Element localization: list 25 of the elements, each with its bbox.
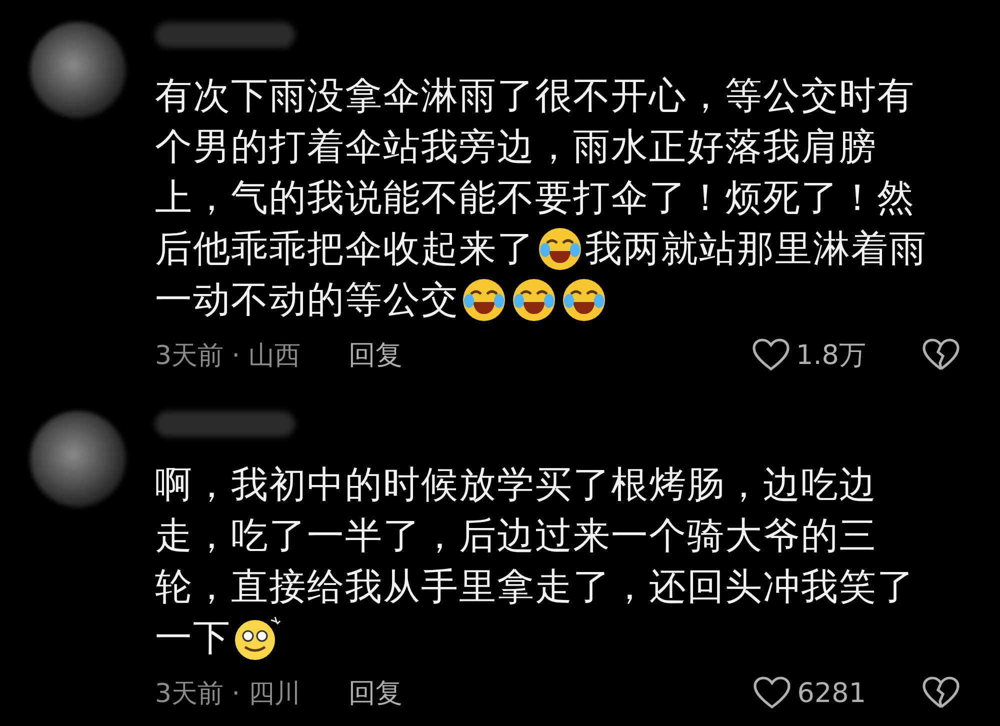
crying-laughing-emoji-icon [511,276,557,322]
comment-text: 个男的打着伞站我旁边，雨水正好落我肩膀 [155,124,877,170]
comment-text: 一下 [155,614,231,660]
broken-heart-icon[interactable] [922,676,960,710]
comment-text: 啊，我初中的时候放学买了根烤肠，边吃边 [155,462,877,508]
heart-icon[interactable] [753,676,792,710]
like-count: 1.8万 [796,339,866,373]
comment-time-location: 3天前 · 山西 [155,340,300,372]
crying-laughing-emoji-icon [561,276,607,322]
heart-icon[interactable] [752,338,790,372]
comment-text: 上，气的我说能不能不要打伞了！烦死了！然 [155,174,915,220]
comment-time-location: 3天前 · 四川 [155,678,300,710]
comment-text: 一动不动的等公交 [155,276,459,322]
crying-laughing-emoji-icon [537,226,583,272]
reply-link[interactable]: 回复 [348,675,402,711]
comment-text: 轮，直接给我从手里拿走了，还回头冲我笑了 [155,564,915,610]
broken-heart-icon[interactable] [922,338,960,372]
comment-text: 有次下雨没拿伞淋雨了很不开心，等公交时有 [155,72,915,118]
like-count: 6281 [797,678,866,708]
reply-link[interactable]: 回复 [348,337,402,373]
crying-laughing-emoji-icon [461,276,507,322]
dizzy-smile-emoji-icon [233,614,283,660]
comment-text: 我两就站那里淋着雨 [585,226,927,272]
comment-text: 后他乖乖把伞收起来了 [155,226,535,272]
comment-text: 走，吃了一半了，后边过来一个骑大爷的三 [155,512,877,558]
